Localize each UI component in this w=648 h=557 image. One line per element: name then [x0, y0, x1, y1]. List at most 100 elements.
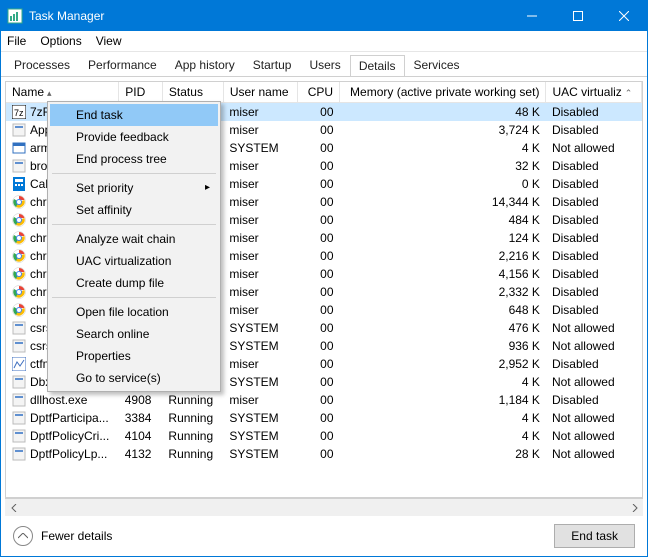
end-task-button[interactable]: End task [554, 524, 635, 548]
process-icon [12, 447, 26, 461]
context-menu-item[interactable]: Properties [50, 345, 218, 367]
menu-separator [52, 173, 216, 174]
minimize-button[interactable] [509, 1, 555, 31]
window-title: Task Manager [29, 9, 104, 23]
cell-uac: Disabled [546, 103, 642, 122]
col-status[interactable]: Status [162, 82, 223, 103]
cell-cpu: 00 [298, 229, 340, 247]
cell-user: SYSTEM [223, 373, 298, 391]
scroll-right-icon[interactable] [626, 499, 643, 516]
context-menu-item[interactable]: End task [50, 104, 218, 126]
cell-cpu: 00 [298, 391, 340, 409]
cell-user: miser [223, 355, 298, 373]
cell-pid: 3384 [119, 409, 163, 427]
cell-uac: Disabled [546, 265, 642, 283]
cell-user: miser [223, 391, 298, 409]
cell-cpu: 00 [298, 427, 340, 445]
table-row[interactable]: DptfParticipa...3384RunningSYSTEM004 KNo… [6, 409, 642, 427]
cell-user: miser [223, 193, 298, 211]
menu-file[interactable]: File [7, 34, 26, 48]
tab-app-history[interactable]: App history [166, 54, 244, 76]
context-menu-item[interactable]: Set affinity [50, 199, 218, 221]
cell-user: SYSTEM [223, 319, 298, 337]
col-uac[interactable]: UAC virtualiz⌃ [546, 82, 642, 103]
process-icon [12, 123, 26, 137]
cell-uac: Not allowed [546, 373, 642, 391]
cell-user: miser [223, 265, 298, 283]
cell-pid: 4908 [119, 391, 163, 409]
context-menu-item[interactable]: End process tree [50, 148, 218, 170]
cell-memory: 648 K [340, 301, 546, 319]
cell-uac: Not allowed [546, 319, 642, 337]
cell-cpu: 00 [298, 103, 340, 122]
scroll-up-icon: ⌃ [625, 88, 633, 98]
tab-processes[interactable]: Processes [5, 54, 79, 76]
cell-status: Running [162, 391, 223, 409]
col-pid[interactable]: PID [119, 82, 163, 103]
context-menu-item[interactable]: Open file location [50, 301, 218, 323]
cell-user: SYSTEM [223, 409, 298, 427]
context-menu-item[interactable]: UAC virtualization [50, 250, 218, 272]
tab-users[interactable]: Users [300, 54, 349, 76]
cell-uac: Disabled [546, 157, 642, 175]
cell-name: DptfPolicyLp... [6, 445, 119, 463]
cell-pid: 4104 [119, 427, 163, 445]
menu-view[interactable]: View [96, 34, 122, 48]
titlebar[interactable]: Task Manager [1, 1, 647, 31]
col-name[interactable]: Name▴ [6, 82, 119, 103]
cell-memory: 3,724 K [340, 121, 546, 139]
cell-uac: Not allowed [546, 427, 642, 445]
cell-cpu: 00 [298, 445, 340, 463]
tab-details[interactable]: Details [350, 55, 405, 77]
process-icon [12, 177, 26, 191]
cell-memory: 48 K [340, 103, 546, 122]
context-menu-item[interactable]: Go to service(s) [50, 367, 218, 389]
process-icon [12, 429, 26, 443]
cell-memory: 124 K [340, 229, 546, 247]
context-menu-item[interactable]: Search online [50, 323, 218, 345]
cell-memory: 936 K [340, 337, 546, 355]
context-menu-item[interactable]: Create dump file [50, 272, 218, 294]
cell-memory: 28 K [340, 445, 546, 463]
table-row[interactable]: dllhost.exe4908Runningmiser001,184 KDisa… [6, 391, 642, 409]
process-icon [12, 249, 26, 263]
context-menu-item[interactable]: Provide feedback [50, 126, 218, 148]
tab-startup[interactable]: Startup [244, 54, 301, 76]
process-icon [12, 321, 26, 335]
process-icon [12, 375, 26, 389]
col-user[interactable]: User name [223, 82, 298, 103]
table-row[interactable]: DptfPolicyCri...4104RunningSYSTEM004 KNo… [6, 427, 642, 445]
cell-cpu: 00 [298, 193, 340, 211]
context-menu-item[interactable]: Analyze wait chain [50, 228, 218, 250]
maximize-button[interactable] [555, 1, 601, 31]
content-area: Name▴ PID Status User name CPU Memory (a… [1, 76, 647, 516]
horizontal-scrollbar[interactable] [5, 498, 643, 516]
menu-options[interactable]: Options [40, 34, 81, 48]
menu-separator [52, 297, 216, 298]
cell-user: miser [223, 157, 298, 175]
cell-cpu: 00 [298, 355, 340, 373]
cell-memory: 4 K [340, 409, 546, 427]
context-menu-item[interactable]: Set priority▸ [50, 177, 218, 199]
cell-user: miser [223, 103, 298, 122]
process-icon [12, 267, 26, 281]
menubar: File Options View [1, 31, 647, 52]
col-cpu[interactable]: CPU [298, 82, 340, 103]
process-icon [12, 411, 26, 425]
col-memory[interactable]: Memory (active private working set) [340, 82, 546, 103]
close-button[interactable] [601, 1, 647, 31]
scroll-left-icon[interactable] [5, 499, 22, 516]
process-icon [12, 195, 26, 209]
tab-services[interactable]: Services [405, 54, 469, 76]
table-row[interactable]: DptfPolicyLp...4132RunningSYSTEM0028 KNo… [6, 445, 642, 463]
cell-uac: Not allowed [546, 409, 642, 427]
fewer-details-toggle[interactable]: Fewer details [13, 526, 112, 546]
cell-memory: 1,184 K [340, 391, 546, 409]
cell-user: miser [223, 211, 298, 229]
tab-performance[interactable]: Performance [79, 54, 166, 76]
cell-memory: 14,344 K [340, 193, 546, 211]
cell-pid: 4132 [119, 445, 163, 463]
cell-cpu: 00 [298, 283, 340, 301]
cell-memory: 2,216 K [340, 247, 546, 265]
cell-cpu: 00 [298, 121, 340, 139]
